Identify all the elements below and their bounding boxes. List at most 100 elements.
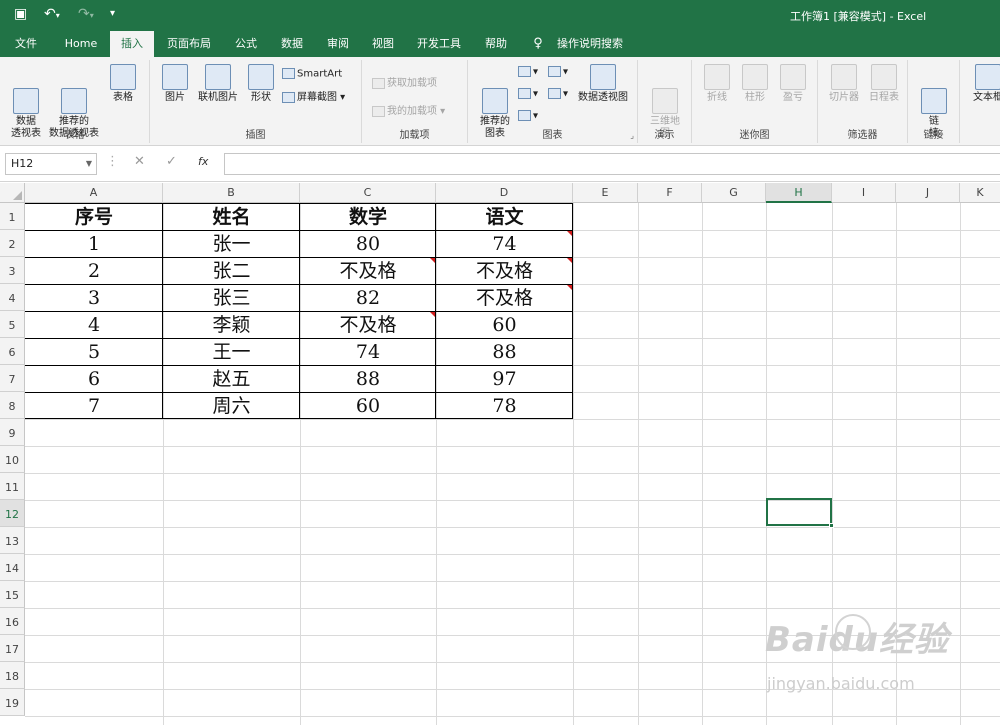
undo-icon[interactable]: ↶▾ xyxy=(44,6,60,22)
row-header-15[interactable]: 15 xyxy=(0,581,25,608)
cell-d2[interactable]: 74 xyxy=(436,231,573,257)
line-chart-icon[interactable]: ▾ xyxy=(548,66,568,78)
cell-d1[interactable]: 语文 xyxy=(436,204,573,230)
row-header-5[interactable]: 5 xyxy=(0,311,25,338)
sparkline-winloss-button[interactable]: 盈亏 xyxy=(776,64,810,104)
tab-view[interactable]: 视图 xyxy=(363,31,403,57)
row-header-12[interactable]: 12 xyxy=(0,500,25,527)
row-header-11[interactable]: 11 xyxy=(0,473,25,500)
pie-chart-icon[interactable]: ▾ xyxy=(518,110,538,122)
select-all-corner[interactable] xyxy=(0,183,25,203)
comment-indicator-c5[interactable] xyxy=(430,312,435,317)
cell-c1[interactable]: 数学 xyxy=(300,204,436,230)
active-cell-h12[interactable] xyxy=(766,498,834,528)
row-header-9[interactable]: 9 xyxy=(0,419,25,446)
my-addins-button[interactable]: 我的加载项 ▾ xyxy=(372,102,445,117)
tab-formulas[interactable]: 公式 xyxy=(226,31,266,57)
tell-me-search[interactable]: 操作说明搜索 xyxy=(552,31,628,57)
tab-page-layout[interactable]: 页面布局 xyxy=(160,31,218,57)
row-header-6[interactable]: 6 xyxy=(0,338,25,365)
get-addins-button[interactable]: 获取加载项 xyxy=(372,74,437,89)
screenshot-button[interactable]: 屏幕截图 ▾ xyxy=(282,88,345,103)
cell-b4[interactable]: 张三 xyxy=(163,285,300,311)
table-button[interactable]: 表格 xyxy=(105,64,141,104)
redo-icon[interactable]: ↷▾ xyxy=(78,6,94,22)
comment-indicator-d4[interactable] xyxy=(567,285,572,290)
cell-d3[interactable]: 不及格 xyxy=(436,258,573,284)
save-icon[interactable]: ▣ xyxy=(14,6,27,22)
cell-d7[interactable]: 97 xyxy=(436,366,573,392)
tab-home[interactable]: Home xyxy=(56,31,106,57)
formula-input[interactable] xyxy=(224,153,1000,175)
comment-indicator-d3[interactable] xyxy=(567,258,572,263)
insert-function-icon[interactable]: fx xyxy=(198,155,208,168)
column-header-k[interactable]: K xyxy=(960,183,1000,203)
tab-file[interactable]: 文件 xyxy=(4,31,48,57)
cell-b5[interactable]: 李颖 xyxy=(163,312,300,338)
cell-d4[interactable]: 不及格 xyxy=(436,285,573,311)
row-header-14[interactable]: 14 xyxy=(0,554,25,581)
cell-a2[interactable]: 1 xyxy=(25,231,163,257)
row-header-7[interactable]: 7 xyxy=(0,365,25,392)
column-chart-icon[interactable]: ▾ xyxy=(518,66,538,78)
sparkline-line-button[interactable]: 折线 xyxy=(700,64,734,104)
cell-b2[interactable]: 张一 xyxy=(163,231,300,257)
row-header-8[interactable]: 8 xyxy=(0,392,25,419)
cell-d8[interactable]: 78 xyxy=(436,393,573,419)
cell-a3[interactable]: 2 xyxy=(25,258,163,284)
cancel-icon[interactable]: ✕ xyxy=(134,154,145,169)
cell-d5[interactable]: 60 xyxy=(436,312,573,338)
column-header-h[interactable]: H xyxy=(766,183,832,203)
comment-indicator-c3[interactable] xyxy=(430,258,435,263)
cell-d6[interactable]: 88 xyxy=(436,339,573,365)
row-header-18[interactable]: 18 xyxy=(0,662,25,689)
tab-help[interactable]: 帮助 xyxy=(476,31,516,57)
column-header-e[interactable]: E xyxy=(573,183,638,203)
row-header-2[interactable]: 2 xyxy=(0,230,25,257)
row-header-3[interactable]: 3 xyxy=(0,257,25,284)
tab-developer[interactable]: 开发工具 xyxy=(410,31,468,57)
row-header-17[interactable]: 17 xyxy=(0,635,25,662)
cell-b6[interactable]: 王一 xyxy=(163,339,300,365)
cell-a6[interactable]: 5 xyxy=(25,339,163,365)
cell-c3[interactable]: 不及格 xyxy=(300,258,436,284)
row-header-1[interactable]: 1 xyxy=(0,203,25,230)
resize-handle-icon[interactable]: ⋮ xyxy=(106,154,119,169)
row-header-16[interactable]: 16 xyxy=(0,608,25,635)
slicer-button[interactable]: 切片器 xyxy=(824,64,864,104)
column-header-j[interactable]: J xyxy=(896,183,960,203)
customize-qat-icon[interactable]: ▾ xyxy=(110,8,115,19)
row-header-10[interactable]: 10 xyxy=(0,446,25,473)
name-box[interactable]: H12 ▼ xyxy=(5,153,97,175)
cell-c4[interactable]: 82 xyxy=(300,285,436,311)
online-pictures-button[interactable]: 联机图片 xyxy=(194,64,242,104)
cell-b7[interactable]: 赵五 xyxy=(163,366,300,392)
column-header-c[interactable]: C xyxy=(300,183,436,203)
fill-handle[interactable] xyxy=(829,523,834,528)
cell-a5[interactable]: 4 xyxy=(25,312,163,338)
column-header-a[interactable]: A xyxy=(25,183,163,203)
cell-a7[interactable]: 6 xyxy=(25,366,163,392)
smartart-button[interactable]: SmartArt xyxy=(282,68,342,80)
cell-c2[interactable]: 80 xyxy=(300,231,436,257)
shapes-button[interactable]: 形状 xyxy=(246,64,276,104)
hierarchy-chart-icon[interactable]: ▾ xyxy=(518,88,538,100)
timeline-button[interactable]: 日程表 xyxy=(864,64,904,104)
enter-check-icon[interactable]: ✓ xyxy=(166,154,177,169)
tab-insert[interactable]: 插入 xyxy=(110,31,154,58)
cell-a1[interactable]: 序号 xyxy=(25,204,163,230)
cell-a4[interactable]: 3 xyxy=(25,285,163,311)
comment-indicator-d2[interactable] xyxy=(567,231,572,236)
waterfall-chart-icon[interactable]: ▾ xyxy=(548,88,568,100)
name-box-dropdown-icon[interactable]: ▼ xyxy=(86,154,92,174)
column-header-b[interactable]: B xyxy=(163,183,300,203)
cell-c5[interactable]: 不及格 xyxy=(300,312,436,338)
cell-b1[interactable]: 姓名 xyxy=(163,204,300,230)
column-header-d[interactable]: D xyxy=(436,183,573,203)
cell-a8[interactable]: 7 xyxy=(25,393,163,419)
cell-c8[interactable]: 60 xyxy=(300,393,436,419)
pivot-chart-button[interactable]: 数据透视图 xyxy=(574,64,632,104)
row-header-13[interactable]: 13 xyxy=(0,527,25,554)
sparkline-column-button[interactable]: 柱形 xyxy=(738,64,772,104)
column-header-f[interactable]: F xyxy=(638,183,702,203)
